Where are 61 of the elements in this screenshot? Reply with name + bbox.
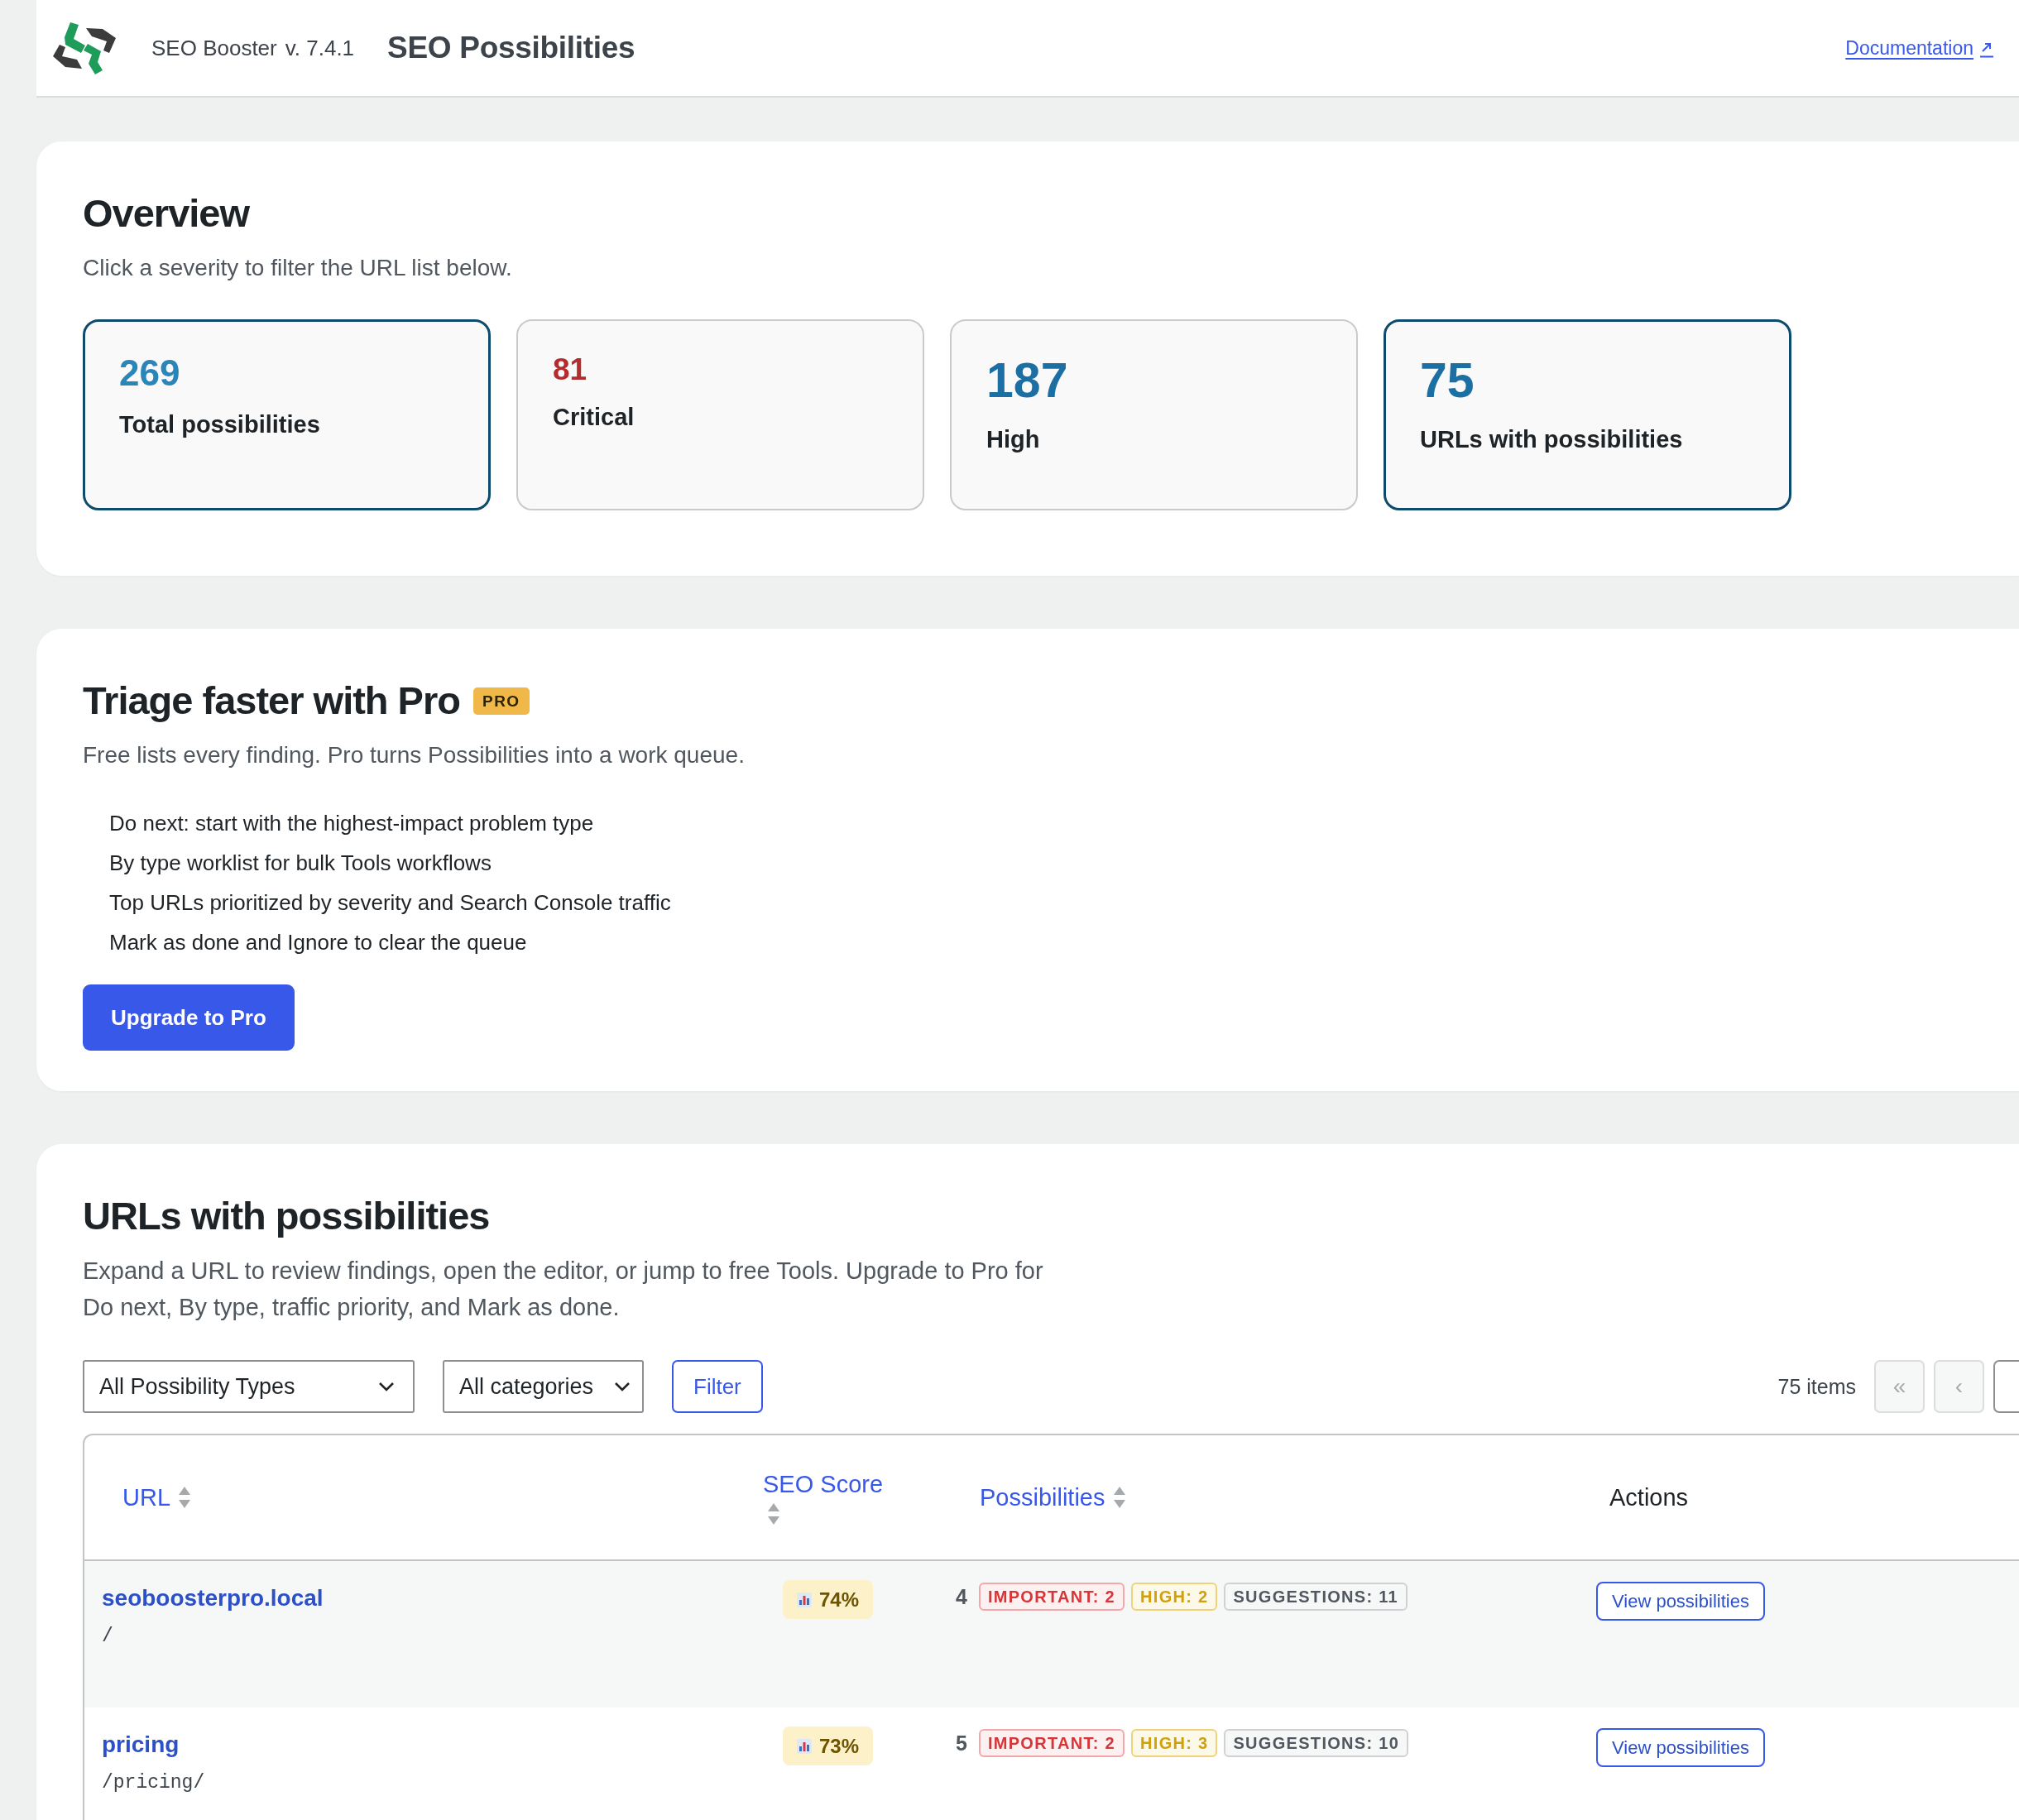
- section-title: URLs with possibilities: [83, 1193, 490, 1239]
- chevron-down-icon: [614, 1382, 631, 1391]
- section-description: Expand a URL to review findings, open the editor, or jump to free Tools. Upgrade to Pro for Do next, By type, traffic priority, and Mark as done.: [83, 1257, 1044, 1322]
- sort-icon: [1113, 1487, 1125, 1508]
- feature-item: Mark as done and Ignore to clear the queue: [109, 929, 527, 956]
- stat-value: 187: [986, 352, 1068, 410]
- documentation-link[interactable]: Documentation: [1845, 36, 1993, 60]
- score-value: 74%: [819, 1588, 860, 1612]
- high-badge: HIGH: 2: [1131, 1583, 1218, 1611]
- column-header: Actions: [1609, 1483, 1689, 1511]
- bar-chart-icon: [797, 1592, 812, 1607]
- upgrade-button[interactable]: Upgrade to Pro: [83, 984, 295, 1051]
- item-count: 75 items: [1777, 1374, 1856, 1399]
- feature-item: Top URLs prioritized by severity and Search Console traffic: [109, 889, 671, 917]
- sort-icon: [768, 1502, 779, 1525]
- view-possibilities-button[interactable]: View possibilities: [1596, 1582, 1765, 1621]
- url-link[interactable]: seoboosterpro.local: [102, 1584, 324, 1612]
- stat-label: URLs with possibilities: [1420, 424, 1683, 454]
- sort-icon: [179, 1487, 190, 1508]
- possibility-count: 4: [956, 1584, 967, 1609]
- column-header[interactable]: URL: [122, 1483, 190, 1511]
- stat-card[interactable]: 81 Critical: [516, 319, 924, 510]
- view-possibilities-button[interactable]: View possibilities: [1596, 1728, 1765, 1767]
- dropdown[interactable]: All categories: [443, 1360, 644, 1413]
- stat-value: 81: [553, 352, 587, 388]
- feature-item: Do next: start with the highest-impact problem type: [109, 810, 594, 837]
- suggestions-badge: SUGGESTIONS: 10: [1224, 1729, 1409, 1757]
- pagination-button[interactable]: [1993, 1360, 2019, 1413]
- stat-card[interactable]: 75 URLs with possibilities: [1384, 319, 1791, 510]
- stat-label: Critical: [553, 403, 635, 433]
- stat-label: Total possibilities: [119, 410, 320, 439]
- page-title: SEO Possibilities: [387, 31, 635, 65]
- possibility-count: 5: [956, 1731, 967, 1755]
- bar-chart-icon: [797, 1738, 812, 1754]
- important-badge: IMPORTANT: 2: [978, 1583, 1125, 1611]
- section-title: Overview: [83, 190, 250, 237]
- feature-item: By type worklist for bulk Tools workflows: [109, 850, 492, 877]
- chevron-down-icon: [378, 1382, 395, 1391]
- section-title: Triage faster with Pro: [83, 678, 460, 724]
- dropdown[interactable]: All Possibility Types: [83, 1360, 415, 1413]
- url-path: /: [102, 1625, 113, 1648]
- stat-label: High: [986, 424, 1040, 454]
- column-header[interactable]: SEO Score: [763, 1470, 892, 1525]
- section-subtitle: Click a severity to filter the URL list below.: [83, 254, 512, 282]
- logo-icon: [51, 22, 117, 74]
- pro-badge: PRO: [472, 687, 530, 715]
- column-header[interactable]: Possibilities: [980, 1483, 1125, 1511]
- stat-value: 269: [119, 352, 180, 395]
- url-path: /pricing/: [102, 1771, 205, 1794]
- stat-card[interactable]: 187 High: [950, 319, 1358, 510]
- stat-card[interactable]: 269 Total possibilities: [83, 319, 491, 510]
- high-badge: HIGH: 3: [1131, 1729, 1218, 1757]
- section-subtitle: Free lists every finding. Pro turns Possibilities into a work queue.: [83, 741, 745, 769]
- plugin-name: SEO Booster: [151, 35, 277, 61]
- stat-value: 75: [1420, 352, 1475, 410]
- plugin-version: v. 7.4.1: [285, 35, 355, 61]
- filter-button[interactable]: Filter: [672, 1360, 763, 1413]
- important-badge: IMPORTANT: 2: [978, 1729, 1125, 1757]
- score-value: 73%: [819, 1734, 860, 1758]
- suggestions-badge: SUGGESTIONS: 11: [1224, 1583, 1408, 1611]
- url-link[interactable]: pricing: [102, 1731, 180, 1759]
